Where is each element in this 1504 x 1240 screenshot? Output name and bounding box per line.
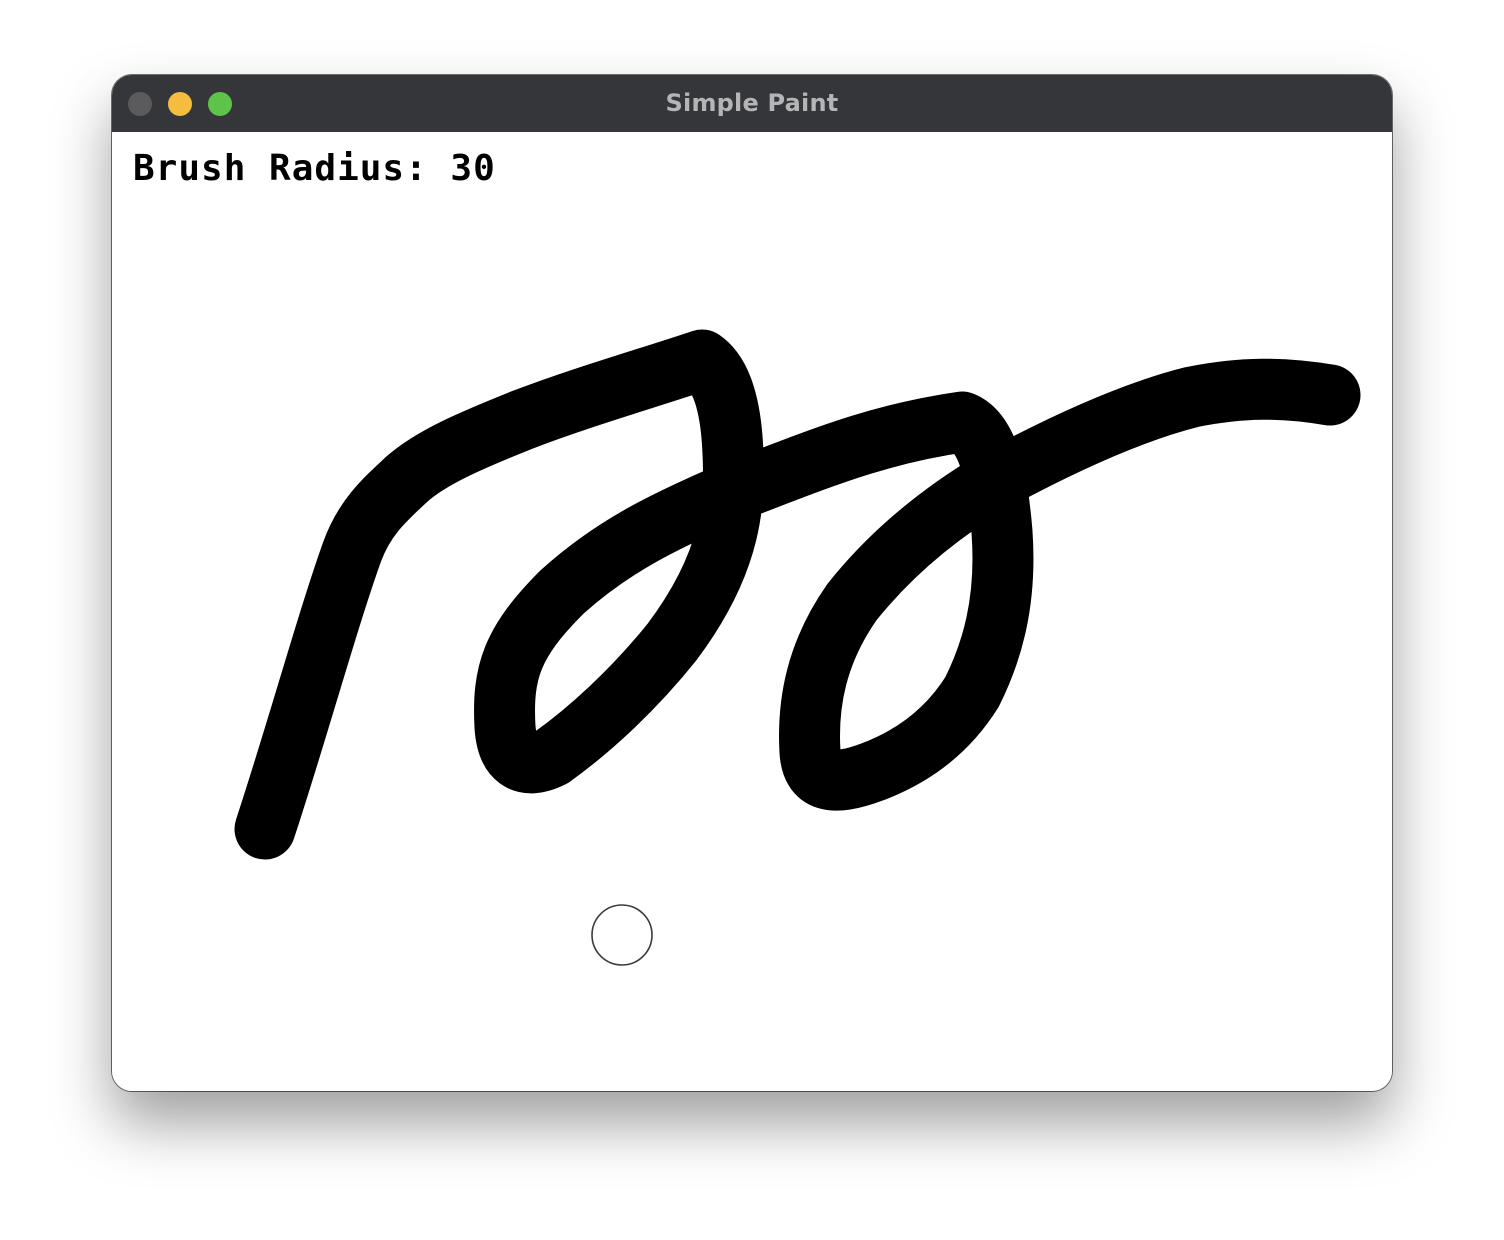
canvas-drawing — [234, 329, 1361, 966]
brush-radius-label: Brush Radius: 30 — [133, 148, 496, 189]
brush-cursor — [591, 904, 653, 966]
paint-window: Simple Paint Brush Radius: 30 — [112, 75, 1392, 1091]
title-bar[interactable]: Simple Paint — [112, 75, 1392, 132]
brush-stroke — [234, 329, 1361, 860]
window-title: Simple Paint — [665, 89, 839, 117]
drawing-canvas[interactable]: Brush Radius: 30 — [112, 132, 1392, 1091]
